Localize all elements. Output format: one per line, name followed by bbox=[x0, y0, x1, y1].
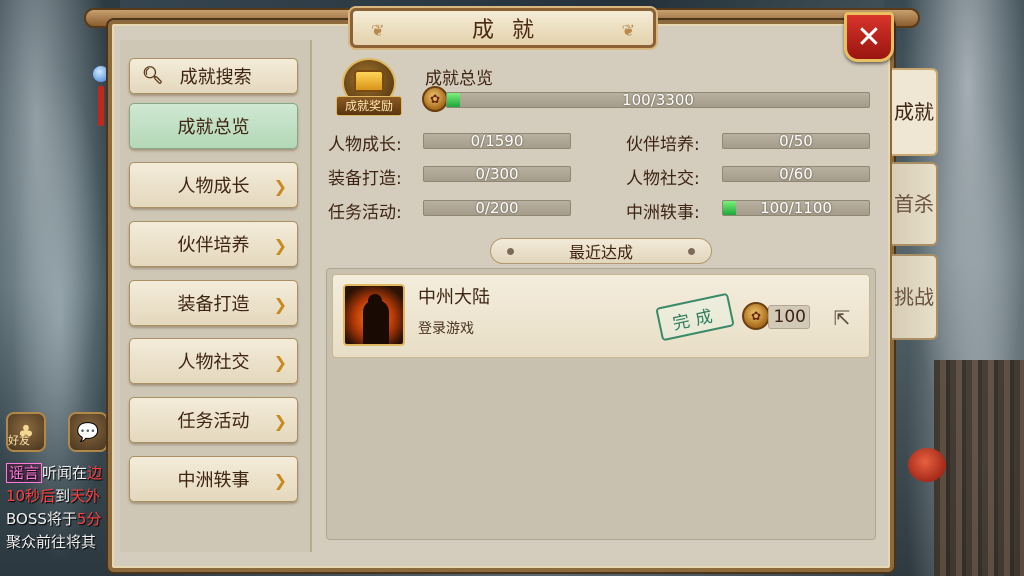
close-button[interactable]: ✕ bbox=[844, 12, 894, 62]
chat-line: 谣言 听闻在边 bbox=[6, 462, 116, 485]
tab-first-kill[interactable]: 首杀 bbox=[892, 162, 938, 246]
tab-label: 挑战 bbox=[894, 285, 934, 309]
chevron-down-icon: ❯ bbox=[273, 471, 287, 490]
progress-value: 0/50 bbox=[779, 133, 813, 149]
tab-challenge[interactable]: 挑战 bbox=[892, 254, 938, 340]
bullet-dot-icon bbox=[507, 248, 514, 255]
menu-item-label: 伙伴培养 bbox=[177, 235, 250, 256]
background-fence bbox=[934, 360, 1024, 576]
chevron-down-icon: ❯ bbox=[273, 353, 287, 372]
total-progress-bar: 100/3300 bbox=[446, 92, 870, 108]
menu-item-label: 人物社交 bbox=[177, 352, 250, 373]
progress-value: 100/3300 bbox=[622, 92, 694, 108]
chat-button[interactable]: 💬 bbox=[68, 412, 108, 452]
tab-label: 成就 bbox=[894, 100, 934, 124]
stat-label: 中洲轶事: bbox=[626, 203, 700, 223]
reward-points: 100 bbox=[768, 305, 810, 329]
chevron-down-icon: ❯ bbox=[273, 295, 287, 314]
treasure-chest-icon bbox=[354, 70, 384, 92]
chevron-down-icon: ❯ bbox=[273, 177, 287, 196]
chevron-down-icon: ❯ bbox=[273, 236, 287, 255]
menu-item-partner-training[interactable]: 伙伴培养 ❯ bbox=[129, 221, 298, 267]
achievement-point-icon: ✿ bbox=[422, 86, 448, 112]
stat-progress-bar: 0/300 bbox=[423, 166, 571, 182]
achievement-search-button[interactable]: 🔍︎ 成就搜索 bbox=[129, 58, 298, 94]
menu-item-middle-earth-anecdotes[interactable]: 中洲轶事 ❯ bbox=[129, 456, 298, 502]
stat-label: 人物社交: bbox=[626, 169, 700, 189]
stat-label: 任务活动: bbox=[328, 203, 402, 223]
menu-item-overview[interactable]: 成就总览 bbox=[129, 103, 298, 149]
achievement-portrait-icon bbox=[343, 284, 405, 346]
achievement-point-icon: ✿ bbox=[742, 302, 770, 330]
menu-item-social[interactable]: 人物社交 ❯ bbox=[129, 338, 298, 384]
close-icon: ✕ bbox=[856, 19, 882, 55]
recent-title: 最近达成 bbox=[568, 243, 633, 262]
lantern-decoration bbox=[908, 448, 946, 482]
share-icon: ⇱ bbox=[833, 306, 851, 330]
chat-log[interactable]: 谣言 听闻在边 10秒后到天外 BOSS将于5分 聚众前往将其 bbox=[6, 462, 116, 554]
friends-label: 好友 bbox=[8, 434, 30, 447]
dialog-title: 成就 bbox=[471, 18, 552, 43]
stat-progress-bar: 0/200 bbox=[423, 200, 571, 216]
achievement-reward-badge[interactable]: 成就奖励 bbox=[336, 58, 402, 118]
search-icon: 🔍︎ bbox=[142, 66, 164, 86]
menu-item-character-growth[interactable]: 人物成长 ❯ bbox=[129, 162, 298, 208]
stat-label: 伙伴培养: bbox=[626, 135, 700, 155]
stat-progress-bar: 0/50 bbox=[722, 133, 870, 149]
progress-value: 0/60 bbox=[779, 166, 813, 182]
progress-value: 100/1100 bbox=[760, 200, 832, 216]
progress-value: 0/1590 bbox=[470, 133, 524, 149]
swirl-ornament-icon: ❦ bbox=[371, 21, 385, 40]
swirl-ornament-icon: ❦ bbox=[621, 21, 635, 40]
stat-progress-bar: 0/1590 bbox=[423, 133, 571, 149]
chat-line: 10秒后到天外 bbox=[6, 487, 101, 505]
stat-progress-bar: 0/60 bbox=[722, 166, 870, 182]
menu-item-quest-activity[interactable]: 任务活动 ❯ bbox=[129, 397, 298, 443]
recent-achievements-header: 最近达成 bbox=[490, 238, 712, 264]
chevron-down-icon: ❯ bbox=[273, 412, 287, 431]
menu-item-label: 成就总览 bbox=[177, 117, 250, 138]
menu-item-label: 装备打造 bbox=[177, 294, 250, 315]
share-button[interactable]: ⇱ bbox=[828, 304, 856, 332]
menu-item-label: 任务活动 bbox=[177, 411, 250, 432]
bullet-dot-icon bbox=[688, 248, 695, 255]
progress-value: 0/300 bbox=[475, 166, 519, 182]
stat-progress-bar: 100/1100 bbox=[722, 200, 870, 216]
stat-label: 装备打造: bbox=[328, 169, 402, 189]
menu-item-equipment-forging[interactable]: 装备打造 ❯ bbox=[129, 280, 298, 326]
rumor-tag: 谣言 bbox=[6, 463, 43, 483]
achievement-description: 登录游戏 bbox=[418, 321, 474, 337]
tab-achievements[interactable]: 成就 bbox=[892, 68, 938, 156]
search-label: 成就搜索 bbox=[179, 67, 252, 88]
stat-label: 人物成长: bbox=[328, 135, 402, 155]
dialog-title-plate: ❦ 成就 ❦ bbox=[350, 8, 656, 48]
menu-item-label: 中洲轶事 bbox=[177, 470, 250, 491]
speech-bubble-icon: 💬 bbox=[76, 421, 100, 443]
chat-line: 聚众前往将其 bbox=[6, 533, 97, 551]
chat-line: BOSS将于5分 bbox=[6, 510, 102, 528]
progress-value: 0/200 bbox=[475, 200, 519, 216]
achievement-name: 中州大陆 bbox=[418, 287, 490, 308]
reward-badge-label: 成就奖励 bbox=[336, 96, 402, 116]
tab-label: 首杀 bbox=[894, 192, 934, 216]
menu-item-label: 人物成长 bbox=[177, 176, 250, 197]
